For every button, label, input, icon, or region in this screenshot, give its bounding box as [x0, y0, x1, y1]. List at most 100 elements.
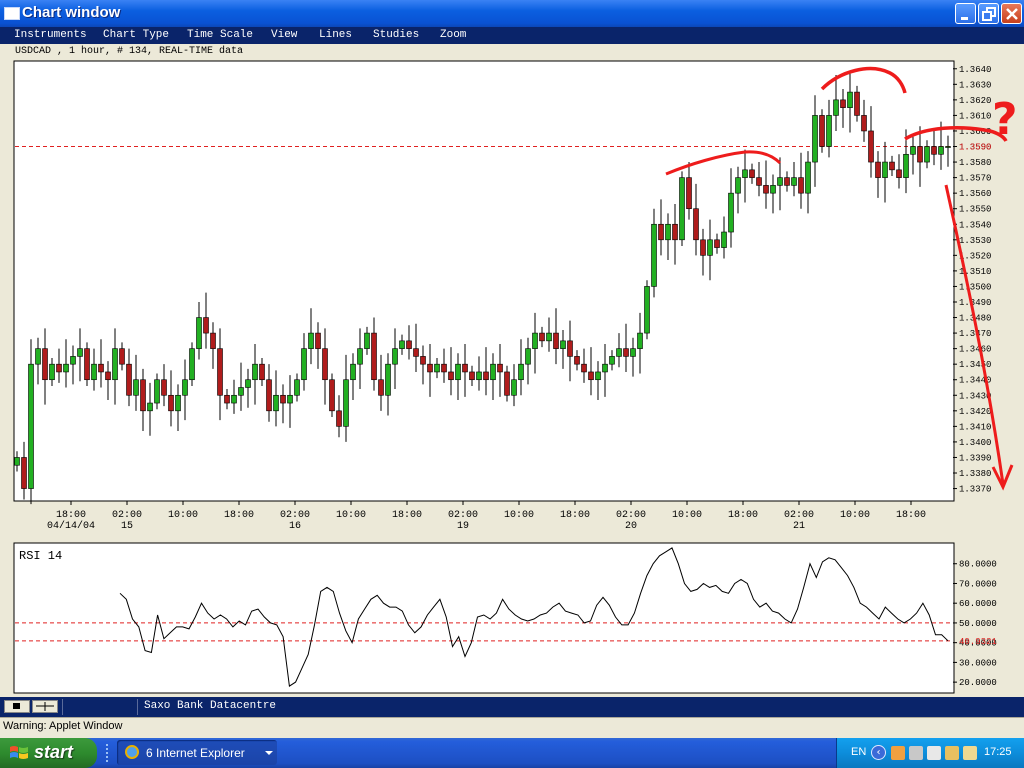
price-x-time-label: 18:00 — [896, 510, 926, 521]
tray-icon-two[interactable] — [909, 746, 923, 760]
price-y-tick-label: 1.3490 — [959, 298, 991, 308]
candle-body — [847, 91, 853, 108]
tray-icon-five[interactable] — [963, 746, 977, 760]
price-x-time-label: 10:00 — [840, 510, 870, 521]
tray-icon-three[interactable] — [927, 746, 941, 760]
menu-instruments[interactable]: Instruments — [14, 28, 87, 43]
menu-studies[interactable]: Studies — [373, 28, 419, 43]
candle-body — [343, 379, 349, 427]
candle-body — [56, 363, 62, 373]
maximize-button[interactable] — [978, 3, 999, 24]
price-x-time-label: 10:00 — [504, 510, 534, 521]
candle-body — [686, 177, 692, 210]
rsi-y-tick-label: 50.0000 — [959, 619, 997, 629]
candle-body — [896, 169, 902, 178]
candle-body — [581, 363, 587, 373]
tray-icon-four[interactable] — [945, 746, 959, 760]
chart-area[interactable]: 1.36401.36301.36201.36101.36001.35901.35… — [0, 59, 1024, 697]
candle-body — [91, 363, 97, 381]
rsi-panel[interactable] — [13, 542, 955, 694]
status-icon-one — [13, 703, 20, 709]
candle-body — [791, 177, 797, 186]
applet-warning-bar: Warning: Applet Window — [0, 717, 1024, 737]
applet-warning-text: Warning: Applet Window — [3, 720, 123, 732]
candle-body — [476, 371, 482, 381]
candle-body — [525, 348, 531, 365]
price-y-tick-label: 1.3580 — [959, 158, 991, 168]
price-x-time-label: 02:00 — [784, 510, 814, 521]
question-mark: ? — [992, 94, 1018, 145]
candle-body — [714, 239, 720, 248]
candle-body — [868, 130, 874, 163]
candle-body — [448, 371, 454, 381]
candle-body — [609, 356, 615, 365]
candle-body — [49, 363, 55, 381]
clock[interactable]: 17:25 — [984, 746, 1012, 758]
rsi-y-tick-label: 20.0000 — [959, 678, 997, 688]
windows-logo-icon — [10, 746, 28, 759]
candle-body — [112, 348, 118, 381]
menu-bar: Instruments Chart Type Time Scale View L… — [0, 27, 1024, 44]
menu-view[interactable]: View — [271, 28, 297, 43]
candle-body — [623, 348, 629, 357]
title-bar[interactable]: Chart window — [0, 0, 1024, 27]
close-button[interactable] — [1001, 3, 1022, 24]
candle-body — [322, 348, 328, 381]
status-separator — [137, 699, 138, 715]
price-x-date-label: 20 — [625, 521, 637, 532]
candle-body — [518, 363, 524, 381]
window-icon[interactable] — [4, 7, 20, 20]
candle-body — [287, 394, 293, 404]
taskbar-group-internet-explorer[interactable]: 6 Internet Explorer — [117, 740, 277, 765]
window-title: Chart window — [22, 4, 121, 21]
candle-body — [378, 379, 384, 396]
restore-icon — [982, 7, 996, 21]
price-x-date-label: 04/14/04 — [47, 520, 95, 532]
candle-body — [546, 332, 552, 342]
close-icon — [1006, 8, 1018, 20]
price-y-tick-label: 1.3550 — [959, 205, 991, 215]
language-indicator[interactable]: EN — [851, 746, 866, 758]
price-y-tick-label: 1.3500 — [959, 282, 991, 292]
crosshair-icon — [36, 702, 54, 711]
price-y-tick-label: 1.3390 — [959, 453, 991, 463]
candle-body — [490, 363, 496, 381]
candle-body — [455, 363, 461, 381]
candle-body — [497, 363, 503, 373]
candle-body — [14, 457, 20, 466]
candle-body — [308, 332, 314, 349]
candle-body — [238, 387, 244, 396]
start-label: start — [34, 742, 74, 762]
menu-chart-type[interactable]: Chart Type — [103, 28, 169, 43]
price-y-tick-label: 1.3400 — [959, 438, 991, 448]
menu-time-scale[interactable]: Time Scale — [187, 28, 253, 43]
task-count: 6 — [146, 746, 153, 760]
price-y-tick-label: 1.3370 — [959, 485, 991, 495]
status-button-two[interactable] — [32, 700, 58, 713]
candle-body — [161, 379, 167, 396]
candle-body — [763, 185, 769, 194]
candle-body — [651, 223, 657, 287]
candle-body — [21, 457, 27, 489]
status-button-one[interactable] — [4, 700, 30, 713]
candle-body — [280, 394, 286, 404]
minimize-button[interactable] — [955, 3, 976, 24]
rsi-title: RSI 14 — [19, 549, 62, 563]
tray-icon-one[interactable] — [891, 746, 905, 760]
rsi-y-tick-label: 60.0000 — [959, 599, 997, 609]
taskbar-group-label: 6 Internet Explorer — [146, 746, 245, 760]
menu-lines[interactable]: Lines — [319, 28, 352, 43]
price-y-tick-label: 1.3410 — [959, 422, 991, 432]
taskbar: start 6 Internet Explorer EN ‹ 17:25 — [0, 738, 1024, 768]
price-x-date-label: 21 — [793, 521, 805, 532]
candle-body — [469, 371, 475, 381]
price-x-time-label: 02:00 — [616, 510, 646, 521]
candle-body — [532, 332, 538, 349]
candle-body — [805, 161, 811, 194]
price-y-tick-label: 1.3520 — [959, 251, 991, 261]
show-hidden-icons-button[interactable]: ‹ — [871, 745, 886, 760]
menu-zoom[interactable]: Zoom — [440, 28, 466, 43]
start-button[interactable]: start — [0, 738, 97, 768]
taskbar-grip[interactable] — [106, 744, 111, 762]
candle-body — [917, 146, 923, 163]
